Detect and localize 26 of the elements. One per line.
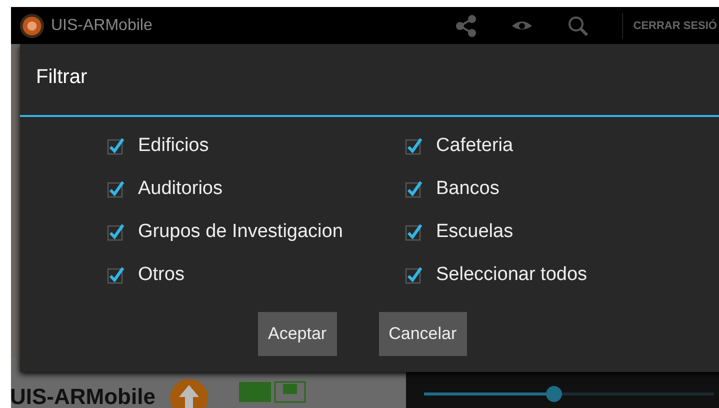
brand-title: UIS-ARMobile: [11, 384, 156, 408]
filter-checkbox[interactable]: Edificios: [106, 134, 404, 157]
dialog-title: Filtrar: [35, 65, 88, 90]
filter-checkbox[interactable]: Auditorios: [106, 177, 404, 200]
checkbox-icon[interactable]: [106, 264, 126, 284]
up-arrow-icon[interactable]: [169, 378, 210, 408]
app-title: UIS-ARMobile: [51, 16, 152, 34]
filter-checkbox[interactable]: Bancos: [404, 177, 704, 200]
filter-checkbox[interactable]: Grupos de Investigacion: [106, 220, 404, 243]
checkbox-icon[interactable]: [404, 178, 424, 198]
checkbox-icon[interactable]: [106, 136, 126, 156]
dialog-button[interactable]: Aceptar: [258, 312, 337, 356]
checkbox-icon[interactable]: [106, 222, 126, 242]
filter-checkbox[interactable]: Otros: [106, 263, 404, 286]
checkbox-icon[interactable]: [404, 222, 424, 242]
checkbox-icon[interactable]: [404, 264, 424, 284]
filter-checkbox[interactable]: Escuelas: [404, 220, 704, 243]
filter-checkbox[interactable]: Seleccionar todos: [404, 263, 704, 286]
share-icon[interactable]: [454, 14, 478, 38]
checkbox-icon[interactable]: [106, 178, 126, 198]
app-logo-icon[interactable]: [19, 12, 45, 38]
checkbox-icon[interactable]: [404, 136, 424, 156]
search-icon[interactable]: [566, 14, 590, 38]
logout-button[interactable]: CERRAR SESIÓ: [622, 12, 719, 38]
dialog-button[interactable]: Cancelar: [378, 312, 467, 356]
filter-checkbox[interactable]: Cafeteria: [404, 134, 704, 157]
